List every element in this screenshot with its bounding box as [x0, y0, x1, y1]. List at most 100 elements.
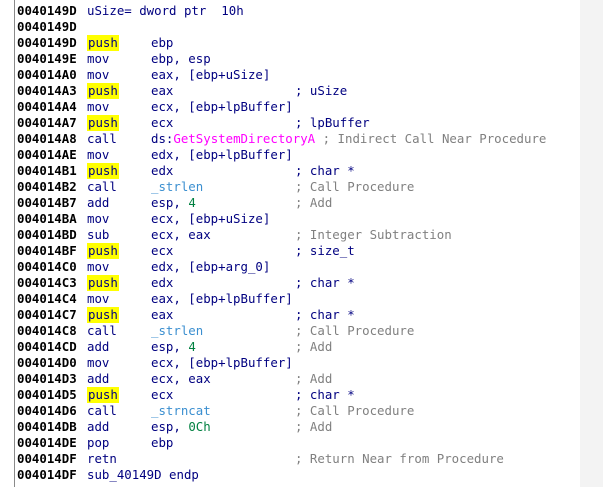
address[interactable]: 004014B1 — [17, 163, 77, 179]
address[interactable]: 004014D6 — [17, 403, 77, 419]
code-line[interactable]: 004014DE pop ebp — [17, 435, 579, 451]
code-line[interactable]: 004014DF sub_40149D endp — [17, 467, 579, 483]
code-line[interactable]: 004014B1 push edx ; char * — [17, 163, 579, 179]
code-line[interactable]: 004014CD add esp, 4 ; Add — [17, 339, 579, 355]
address[interactable]: 004014C8 — [17, 323, 77, 339]
address[interactable]: 004014A3 — [17, 83, 77, 99]
address[interactable]: 004014B7 — [17, 195, 77, 211]
code-line[interactable]: 0040149E mov ebp, esp — [17, 51, 579, 67]
operands[interactable]: ebp — [151, 35, 173, 51]
mnemonic[interactable]: add — [87, 339, 109, 355]
operands[interactable]: eax — [151, 307, 173, 323]
operands[interactable]: ecx — [151, 243, 173, 259]
code-line[interactable]: 004014A7 push ecx ; lpBuffer — [17, 115, 579, 131]
operands[interactable]: ecx, [ebp+lpBuffer] — [151, 355, 293, 371]
code-line[interactable]: 004014DB add esp, 0Ch ; Add — [17, 419, 579, 435]
code-line[interactable]: 0040149D — [17, 19, 579, 35]
address[interactable]: 004014A0 — [17, 67, 77, 83]
code-line[interactable]: 004014C7 push eax ; char * — [17, 307, 579, 323]
address[interactable]: 004014A7 — [17, 115, 77, 131]
mnemonic[interactable]: call — [87, 131, 117, 147]
disassembly-listing[interactable]: 0040149D uSize= dword ptr 10h 0040149D 0040… — [17, 3, 579, 483]
address[interactable]: 004014C4 — [17, 291, 77, 307]
code-line[interactable]: 004014A3 push eax ; uSize — [17, 83, 579, 99]
mnemonic[interactable]: mov — [87, 147, 109, 163]
library-function-link[interactable]: _strlen — [151, 179, 203, 194]
address[interactable]: 004014C7 — [17, 307, 77, 323]
mnemonic[interactable]: mov — [87, 67, 109, 83]
operands[interactable]: ecx, [ebp+uSize] — [151, 211, 270, 227]
operands[interactable]: ecx — [151, 387, 173, 403]
address[interactable]: 004014A8 — [17, 131, 77, 147]
mnemonic[interactable]: retn — [87, 451, 117, 467]
operands[interactable]: ds:GetSystemDirectoryA ; Indirect Call N… — [151, 131, 546, 147]
address[interactable]: 004014BD — [17, 227, 77, 243]
mnemonic[interactable]: push — [87, 275, 119, 291]
address[interactable]: 0040149D — [17, 3, 77, 19]
operands[interactable]: ebp — [151, 435, 173, 451]
code-line[interactable]: 004014DF retn ; Return Near from Procedure — [17, 451, 579, 467]
code-line[interactable]: 004014BA mov ecx, [ebp+uSize] — [17, 211, 579, 227]
mnemonic[interactable]: push — [87, 307, 119, 323]
code-line[interactable]: 004014BF push ecx ; size_t — [17, 243, 579, 259]
mnemonic[interactable]: push — [87, 243, 119, 259]
code-line[interactable]: 004014BD sub ecx, eax ; Integer Subtraction — [17, 227, 579, 243]
mnemonic[interactable]: mov — [87, 291, 109, 307]
mnemonic[interactable]: call — [87, 403, 117, 419]
mnemonic[interactable]: add — [87, 419, 109, 435]
address[interactable]: 004014DF — [17, 451, 77, 467]
operands[interactable]: eax, [ebp+lpBuffer] — [151, 291, 293, 307]
declaration[interactable]: sub_40149D endp — [87, 467, 199, 483]
operands[interactable]: eax — [151, 83, 173, 99]
operands[interactable]: edx, [ebp+lpBuffer] — [151, 147, 293, 163]
address[interactable]: 004014D5 — [17, 387, 77, 403]
operands[interactable]: ecx, eax — [151, 371, 211, 387]
mnemonic[interactable]: push — [87, 83, 119, 99]
code-line[interactable]: 004014AE mov edx, [ebp+lpBuffer] — [17, 147, 579, 163]
address[interactable]: 004014BF — [17, 243, 77, 259]
mnemonic[interactable]: add — [87, 195, 109, 211]
address[interactable]: 004014AE — [17, 147, 77, 163]
address[interactable]: 004014D0 — [17, 355, 77, 371]
api-function-link[interactable]: GetSystemDirectoryA — [173, 131, 315, 146]
operands[interactable]: _strlen — [151, 179, 203, 195]
address[interactable]: 004014D3 — [17, 371, 77, 387]
mnemonic[interactable]: call — [87, 179, 117, 195]
code-line[interactable]: 004014D6 call _strncat ; Call Procedure — [17, 403, 579, 419]
mnemonic[interactable]: mov — [87, 51, 109, 67]
operands[interactable]: edx — [151, 275, 173, 291]
code-line[interactable]: 004014D3 add ecx, eax ; Add — [17, 371, 579, 387]
mnemonic[interactable]: push — [87, 387, 119, 403]
mnemonic[interactable]: push — [87, 35, 119, 51]
address[interactable]: 004014DB — [17, 419, 77, 435]
operands[interactable]: eax, [ebp+uSize] — [151, 67, 270, 83]
address[interactable]: 0040149E — [17, 51, 77, 67]
code-line[interactable]: 004014A0 mov eax, [ebp+uSize] — [17, 67, 579, 83]
library-function-link[interactable]: _strncat — [151, 403, 211, 418]
code-line[interactable]: 004014C8 call _strlen ; Call Procedure — [17, 323, 579, 339]
mnemonic[interactable]: push — [87, 163, 119, 179]
code-line[interactable]: 004014A8 call ds:GetSystemDirectoryA ; Ind… — [17, 131, 579, 147]
address[interactable]: 004014CD — [17, 339, 77, 355]
mnemonic[interactable]: mov — [87, 259, 109, 275]
operands[interactable]: ecx, [ebp+lpBuffer] — [151, 99, 293, 115]
mnemonic[interactable]: mov — [87, 355, 109, 371]
mnemonic[interactable]: sub — [87, 227, 109, 243]
address[interactable]: 004014A4 — [17, 99, 77, 115]
operands[interactable]: ecx — [151, 115, 173, 131]
code-line[interactable]: 004014B7 add esp, 4 ; Add — [17, 195, 579, 211]
address[interactable]: 0040149D — [17, 19, 77, 35]
code-line[interactable]: 004014C0 mov edx, [ebp+arg_0] — [17, 259, 579, 275]
operands[interactable]: esp, 4 — [151, 339, 196, 355]
mnemonic[interactable]: pop — [87, 435, 109, 451]
address[interactable]: 004014C0 — [17, 259, 77, 275]
code-line[interactable]: 004014D0 mov ecx, [ebp+lpBuffer] — [17, 355, 579, 371]
operands[interactable]: ecx, eax — [151, 227, 211, 243]
address[interactable]: 004014DF — [17, 467, 77, 483]
code-line[interactable]: 0040149D push ebp — [17, 35, 579, 51]
operands[interactable]: _strncat — [151, 403, 211, 419]
operands[interactable]: _strlen — [151, 323, 203, 339]
code-line[interactable]: 004014C4 mov eax, [ebp+lpBuffer] — [17, 291, 579, 307]
mnemonic[interactable]: add — [87, 371, 109, 387]
code-line[interactable]: 004014A4 mov ecx, [ebp+lpBuffer] — [17, 99, 579, 115]
